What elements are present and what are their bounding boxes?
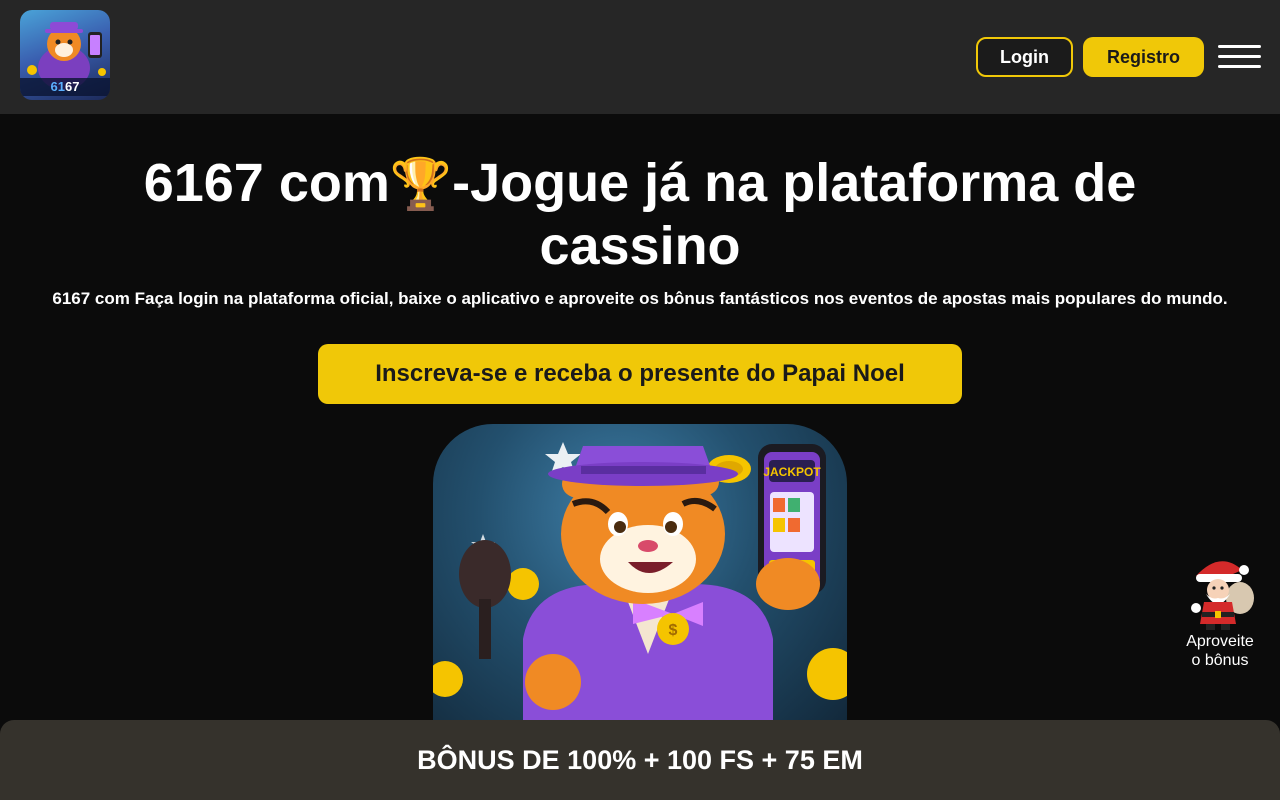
title-part-1: 6167 com [143, 153, 390, 213]
register-button[interactable]: Registro [1083, 37, 1204, 77]
title-part-2: -Jogue já na plataforma de cassino [452, 153, 1137, 276]
santa-icon [1191, 561, 1254, 630]
hamburger-menu-icon[interactable] [1218, 43, 1261, 71]
page-title: 6167 com🏆-Jogue já na plataforma de cass… [60, 152, 1220, 277]
login-button[interactable]: Login [976, 37, 1073, 77]
santa-bonus-widget[interactable]: Aproveite o bônus [1178, 556, 1262, 672]
trophy-icon: 🏆 [389, 156, 453, 212]
santa-widget-label: Aproveite o bônus [1186, 633, 1254, 669]
tiger-mascot-icon: $ JACKPOT [433, 442, 847, 724]
site-logo[interactable]: 6167 [20, 10, 110, 100]
svg-text:$: $ [669, 622, 678, 639]
bonus-banner[interactable]: BÔNUS DE 100% + 100 FS + 75 EM [0, 720, 1280, 800]
site-header: 6167 Login Registro [0, 0, 1280, 114]
phone-jackpot-text: JACKPOT [763, 465, 821, 479]
logo-text: 6167 [20, 78, 110, 96]
hero-image: $ JACKPOT [433, 424, 847, 724]
page-subtitle: 6167 com Faça login na plataforma oficia… [52, 289, 1228, 308]
signup-cta-button[interactable]: Inscreva-se e receba o presente do Papai… [318, 344, 962, 404]
